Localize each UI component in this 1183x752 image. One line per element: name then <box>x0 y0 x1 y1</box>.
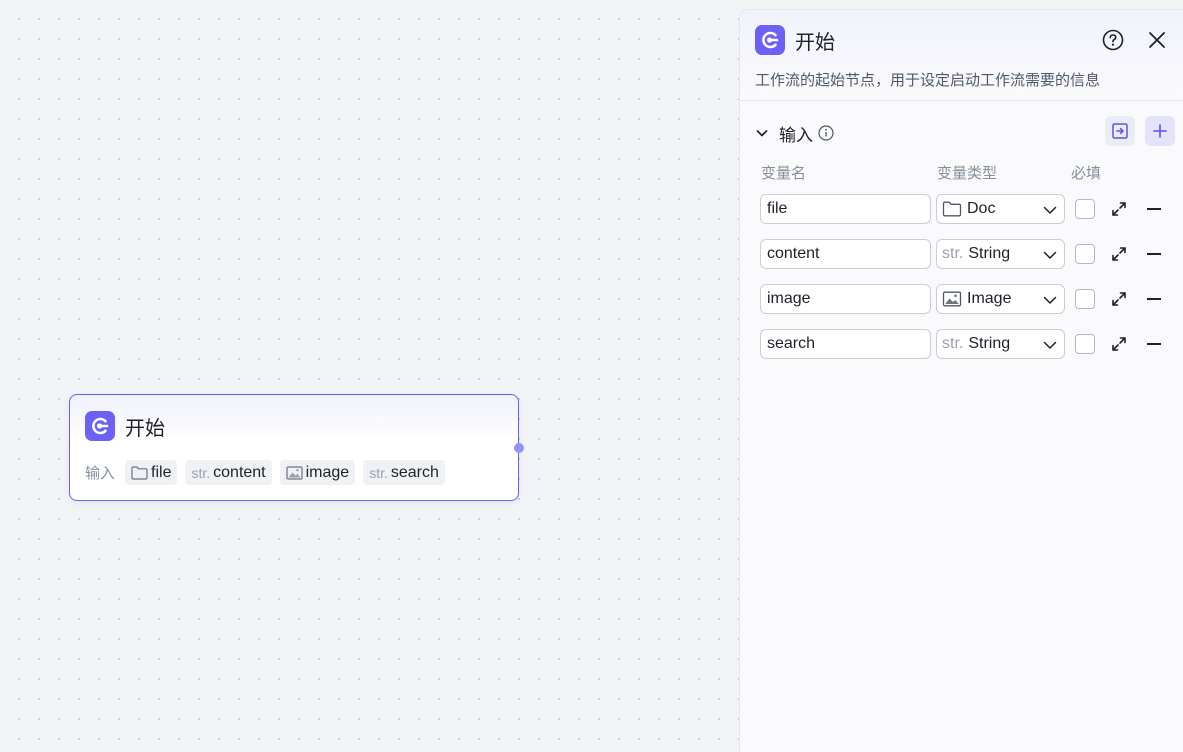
image-icon <box>286 465 303 480</box>
required-checkbox[interactable] <box>1075 244 1095 264</box>
expand-icon[interactable] <box>1111 246 1127 262</box>
help-icon[interactable] <box>1102 29 1124 51</box>
panel-description[interactable]: 工作流的起始节点，用于设定启动工作流需要的信息 <box>755 69 1100 90</box>
chevron-down-icon <box>1043 293 1057 307</box>
panel-header: 开始 工作流的起始节点，用于设定启动工作流需要的信息 <box>740 10 1183 101</box>
required-checkbox[interactable] <box>1075 199 1095 219</box>
chevron-down-icon <box>1043 203 1057 217</box>
expand-icon[interactable] <box>1111 336 1127 352</box>
str-icon: str. <box>942 335 964 352</box>
column-header-type: 变量类型 <box>937 165 998 182</box>
chevron-down-icon <box>1043 338 1057 352</box>
remove-variable-icon[interactable] <box>1147 208 1161 210</box>
image-icon <box>942 291 962 307</box>
chip-label: image <box>305 463 350 481</box>
start-node[interactable]: 开始 输入 file str. content image str. searc… <box>69 394 524 501</box>
variable-row: file Doc <box>760 194 1170 224</box>
import-variables-button[interactable] <box>1105 116 1135 146</box>
add-variable-button[interactable] <box>1145 116 1175 146</box>
variable-type-label: Doc <box>967 200 996 217</box>
info-icon[interactable] <box>818 125 834 141</box>
column-header-name: 变量名 <box>761 165 807 182</box>
chevron-down-icon <box>1043 248 1057 262</box>
variable-name-input[interactable]: content <box>760 239 931 269</box>
node-title: 开始 <box>125 417 165 440</box>
column-header-required: 必填 <box>1071 165 1102 182</box>
node-output-handle[interactable] <box>514 443 524 453</box>
node-input-chip-content: str. content <box>185 460 272 485</box>
variable-name-input[interactable]: image <box>760 284 931 314</box>
variable-name-input[interactable]: file <box>760 194 931 224</box>
variable-type-select[interactable]: str. String <box>936 239 1065 269</box>
start-logo-icon <box>85 411 115 441</box>
str-icon: str. <box>942 245 964 262</box>
required-checkbox[interactable] <box>1075 289 1095 309</box>
folder-icon <box>131 465 148 480</box>
str-icon: str. <box>369 464 388 481</box>
close-icon[interactable] <box>1146 29 1168 51</box>
variable-type-select[interactable]: Doc <box>936 194 1065 224</box>
import-icon <box>1112 123 1128 139</box>
expand-icon[interactable] <box>1111 291 1127 307</box>
node-input-chip-search: str. search <box>363 460 445 485</box>
remove-variable-icon[interactable] <box>1147 343 1161 345</box>
chip-label: content <box>213 463 266 481</box>
node-header: 开始 <box>85 411 165 441</box>
chevron-down-icon[interactable] <box>755 126 769 140</box>
remove-variable-icon[interactable] <box>1147 253 1161 255</box>
node-inputs-label: 输入 <box>85 465 116 482</box>
chip-label: search <box>390 463 439 481</box>
node-config-panel: 开始 工作流的起始节点，用于设定启动工作流需要的信息 输入 变量名 变量类型 必… <box>739 9 1183 752</box>
variable-type-select[interactable]: str. String <box>936 329 1065 359</box>
variable-type-label: String <box>968 335 1011 352</box>
variable-type-select[interactable]: Image <box>936 284 1065 314</box>
required-checkbox[interactable] <box>1075 334 1095 354</box>
variable-row: content str. String <box>760 239 1170 269</box>
variable-name-input[interactable]: search <box>760 329 931 359</box>
node-input-chip-file: file <box>125 460 178 485</box>
expand-icon[interactable] <box>1111 201 1127 217</box>
variable-row: search str. String <box>760 329 1170 359</box>
node-inputs: 输入 file str. content image str. search <box>85 460 453 485</box>
variable-row: image Image <box>760 284 1170 314</box>
str-icon: str. <box>191 464 211 481</box>
panel-title[interactable]: 开始 <box>795 26 835 55</box>
start-logo-icon <box>755 25 785 55</box>
variable-type-label: String <box>968 245 1011 262</box>
folder-icon <box>942 201 962 217</box>
panel-title-row: 开始 <box>755 25 835 55</box>
node-input-chip-image: image <box>279 460 356 485</box>
section-title: 输入 <box>779 125 813 145</box>
plus-icon <box>1153 124 1167 138</box>
remove-variable-icon[interactable] <box>1147 298 1161 300</box>
chip-label: file <box>151 463 172 481</box>
variable-type-label: Image <box>967 290 1012 307</box>
